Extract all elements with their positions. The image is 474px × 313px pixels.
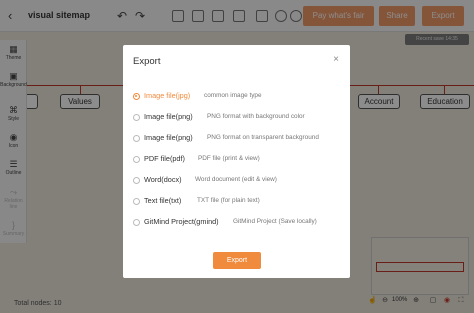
export-option-gmind[interactable]: GitMind Project(gmind) GitMind Project (… (133, 217, 343, 229)
option-name: PDF file(pdf) (144, 154, 185, 163)
radio-button[interactable] (133, 177, 140, 184)
option-desc: common image type (204, 91, 262, 99)
export-option-docx[interactable]: Word(docx) Word document (edit & view) (133, 175, 343, 187)
option-desc: GitMind Project (Save locally) (233, 217, 317, 225)
option-name: Word(docx) (144, 175, 182, 184)
option-desc: PNG format with background color (207, 112, 305, 120)
radio-button[interactable] (133, 219, 140, 226)
option-name: GitMind Project(gmind) (144, 217, 219, 226)
export-option-pdf[interactable]: PDF file(pdf) PDF file (print & view) (133, 154, 343, 166)
export-option-txt[interactable]: Text file(txt) TXT file (for plain text) (133, 196, 343, 208)
option-desc: PDF file (print & view) (198, 154, 260, 162)
dialog-title: Export (133, 56, 161, 67)
radio-button[interactable] (133, 135, 140, 142)
option-desc: TXT file (for plain text) (197, 196, 260, 204)
export-dialog: Export × Image file(jpg) common image ty… (123, 45, 350, 278)
export-option-jpg[interactable]: Image file(jpg) common image type (133, 91, 343, 103)
option-desc: Word document (edit & view) (195, 175, 277, 183)
radio-button[interactable] (133, 198, 140, 205)
export-option-png[interactable]: Image file(png) PNG format with backgrou… (133, 112, 343, 124)
option-desc: PNG format on transparent background (207, 133, 319, 141)
export-option-png-transparent[interactable]: Image file(png) PNG format on transparen… (133, 133, 343, 145)
option-name: Image file(png) (144, 112, 193, 121)
radio-button[interactable] (133, 114, 140, 121)
option-name: Image file(png) (144, 133, 193, 142)
confirm-export-button[interactable]: Export (213, 252, 261, 269)
radio-button[interactable] (133, 93, 140, 100)
radio-button[interactable] (133, 156, 140, 163)
option-name: Image file(jpg) (144, 91, 191, 100)
option-name: Text file(txt) (144, 196, 182, 205)
close-icon[interactable]: × (331, 55, 341, 65)
